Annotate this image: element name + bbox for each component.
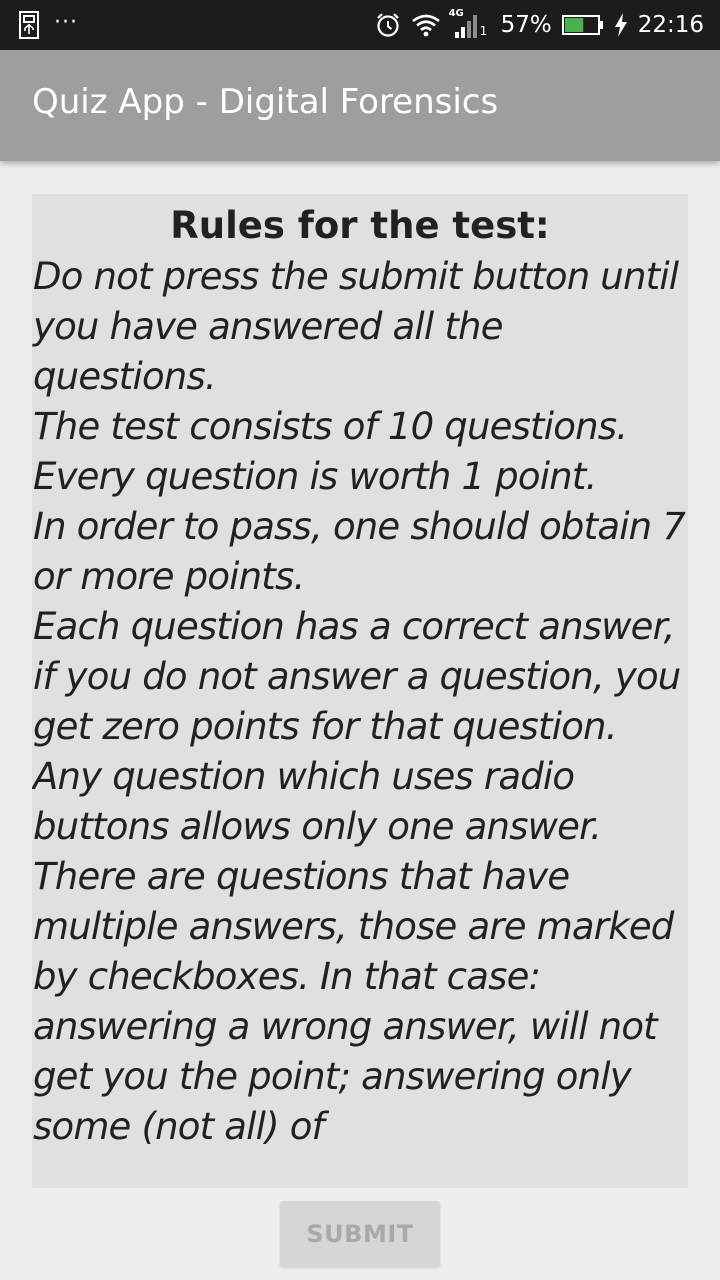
notification-area: ··· xyxy=(18,10,78,40)
rule-line: Do not press the submit button until you… xyxy=(33,255,679,398)
wifi-icon xyxy=(411,13,441,37)
battery-percent: 57% xyxy=(500,12,552,38)
app-bar: Quiz App - Digital Forensics xyxy=(0,50,720,161)
rules-panel[interactable]: Rules for the test: Do not press the sub… xyxy=(32,194,688,1188)
rule-line: In order to pass, one should obtain 7 or… xyxy=(33,505,686,598)
rule-line: The test consists of 10 questions. xyxy=(33,405,628,448)
rules-text: Do not press the submit button until you… xyxy=(32,252,688,1152)
status-bar: ··· 4G 1 57% 22:16 xyxy=(0,0,720,50)
system-icons: 4G 1 57% 22:16 xyxy=(375,8,704,41)
submit-button[interactable]: SUBMIT xyxy=(280,1201,440,1267)
charging-bolt-icon xyxy=(614,13,628,37)
rule-line: There are questions that have multiple a… xyxy=(33,855,674,1148)
cell-signal-icon: 4G 1 xyxy=(449,8,491,40)
status-time: 22:16 xyxy=(637,12,704,38)
sim-slot-label: 1 xyxy=(479,24,488,38)
rule-line: Any question which uses radio buttons al… xyxy=(33,755,602,848)
usb-icon xyxy=(18,11,40,39)
alarm-icon xyxy=(375,12,401,38)
rule-line: Every question is worth 1 point. xyxy=(33,455,597,498)
rules-heading: Rules for the test: xyxy=(170,204,550,247)
battery-fill xyxy=(564,18,583,32)
app-title: Quiz App - Digital Forensics xyxy=(32,82,499,122)
rule-line: Each question has a correct answer, if y… xyxy=(33,605,681,748)
more-notifications-icon: ··· xyxy=(54,9,78,35)
battery-icon xyxy=(561,14,604,36)
